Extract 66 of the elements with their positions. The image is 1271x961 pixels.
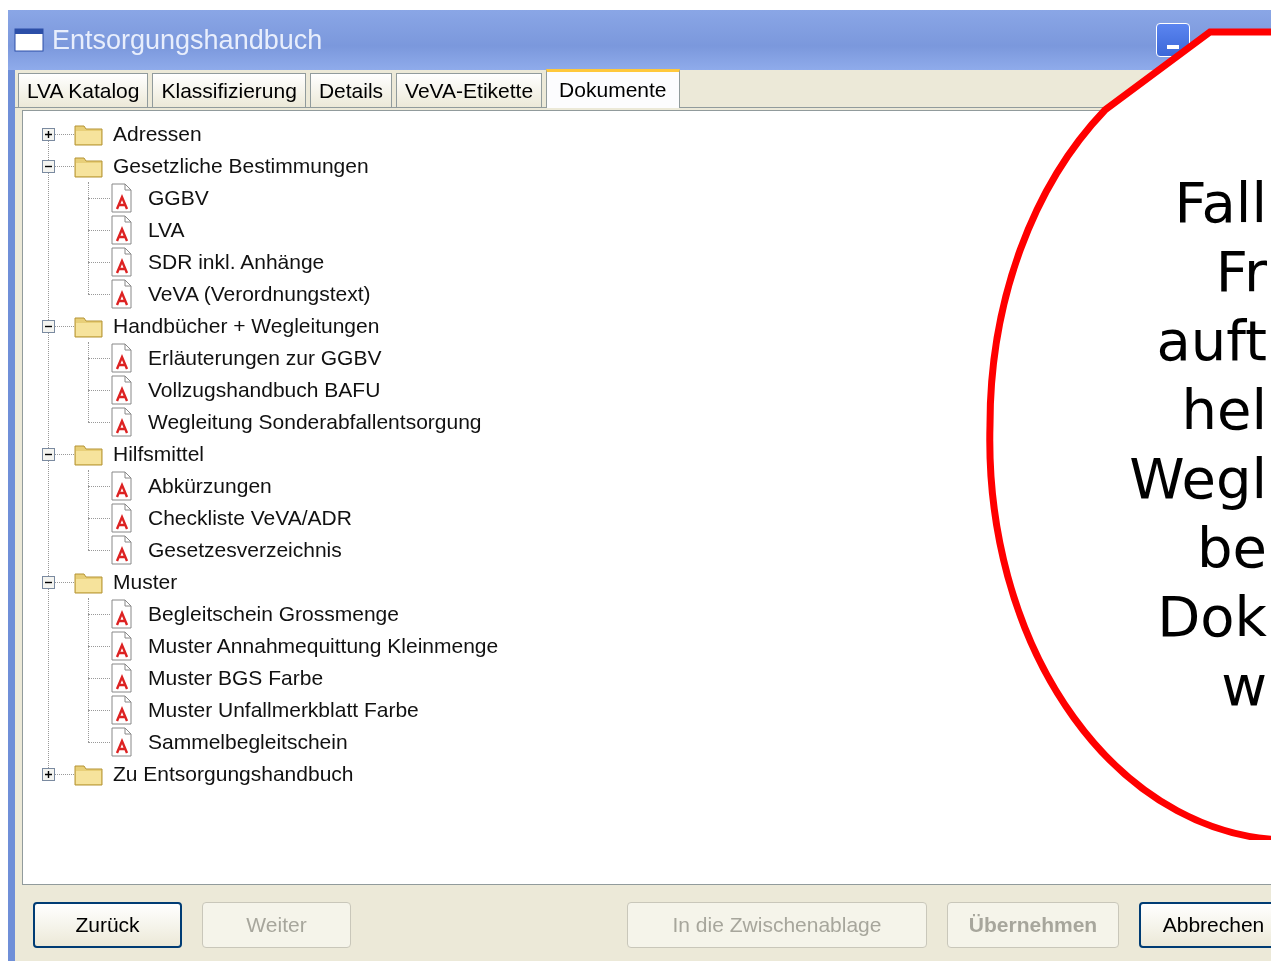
document-label[interactable]: Muster Annahmequittung Kleinmenge <box>148 634 499 658</box>
pdf-file-icon <box>110 279 134 309</box>
pdf-file-icon <box>110 727 134 757</box>
callout-text: auft <box>1156 307 1267 375</box>
tab[interactable]: VeVA-Etikette <box>396 73 543 107</box>
folder-label[interactable]: Zu Entsorgungshandbuch <box>113 762 354 786</box>
pdf-file-icon <box>110 631 134 661</box>
callout-text: Fall <box>1174 169 1267 237</box>
pdf-file-icon <box>110 215 134 245</box>
document-label[interactable]: Gesetzesverzeichnis <box>148 538 342 562</box>
folder-icon <box>74 442 103 466</box>
window-icon <box>14 28 44 52</box>
pdf-file-icon <box>110 663 134 693</box>
pdf-file-icon <box>110 375 134 405</box>
document-label[interactable]: Erläuterungen zur GGBV <box>148 346 382 370</box>
dialog-button[interactable]: Abbrechen <box>1139 902 1271 948</box>
document-label[interactable]: Wegleitung Sonderabfallentsorgung <box>148 410 482 434</box>
folder-label[interactable]: Muster <box>113 570 178 594</box>
folder-icon <box>74 154 103 178</box>
pdf-file-icon <box>110 599 134 629</box>
collapse-icon[interactable] <box>42 319 55 333</box>
tab[interactable]: Klassifizierung <box>152 73 306 107</box>
folder-icon <box>74 570 103 594</box>
tab[interactable]: Details <box>309 73 393 107</box>
callout-text: hel <box>1181 376 1267 444</box>
document-label[interactable]: Sammelbegleitschein <box>148 730 348 754</box>
callout-text: Dok <box>1157 583 1267 651</box>
document-label[interactable]: Vollzugshandbuch BAFU <box>148 378 381 402</box>
pdf-file-icon <box>110 535 134 565</box>
tab[interactable]: LVA Katalog <box>18 73 149 107</box>
collapse-icon[interactable] <box>42 575 55 589</box>
callout-text: be <box>1197 514 1267 582</box>
folder-label[interactable]: Handbücher + Wegleitungen <box>113 314 380 338</box>
document-label[interactable]: GGBV <box>148 186 209 210</box>
pdf-file-icon <box>110 247 134 277</box>
dialog-button[interactable]: Zurück <box>33 902 182 948</box>
document-label[interactable]: Checkliste VeVA/ADR <box>148 506 352 530</box>
folder-icon <box>74 122 103 146</box>
document-label[interactable]: SDR inkl. Anhänge <box>148 250 325 274</box>
pdf-file-icon <box>110 503 134 533</box>
expand-icon[interactable] <box>42 127 55 141</box>
pdf-file-icon <box>110 695 134 725</box>
expand-icon[interactable] <box>42 767 55 781</box>
pdf-file-icon <box>110 343 134 373</box>
document-label[interactable]: Abkürzungen <box>148 474 272 498</box>
collapse-icon[interactable] <box>42 159 55 173</box>
pdf-file-icon <box>110 183 134 213</box>
document-label[interactable]: LVA <box>148 218 185 242</box>
callout-text: w <box>1221 652 1267 720</box>
document-label[interactable]: Muster Unfallmerkblatt Farbe <box>148 698 419 722</box>
callout-text: Wegl <box>1129 445 1267 513</box>
document-label[interactable]: VeVA (Verordnungstext) <box>148 282 371 306</box>
tab[interactable]: Dokumente <box>546 69 680 108</box>
callout-text: Fr <box>1215 238 1267 306</box>
folder-label[interactable]: Hilfsmittel <box>113 442 204 466</box>
minimize-icon <box>1167 45 1179 49</box>
pdf-file-icon <box>110 407 134 437</box>
document-label[interactable]: Begleitschein Grossmenge <box>148 602 399 626</box>
folder-label[interactable]: Adressen <box>113 122 202 146</box>
window-title: Entsorgungshandbuch <box>52 24 323 56</box>
folder-icon <box>74 314 103 338</box>
collapse-icon[interactable] <box>42 447 55 461</box>
pdf-file-icon <box>110 471 134 501</box>
folder-icon <box>74 762 103 786</box>
document-label[interactable]: Muster BGS Farbe <box>148 666 324 690</box>
folder-label[interactable]: Gesetzliche Bestimmungen <box>113 154 369 178</box>
